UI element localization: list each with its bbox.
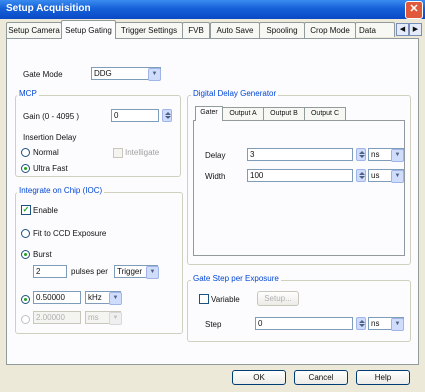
radio-normal[interactable] (21, 148, 30, 157)
close-icon[interactable]: ✕ (405, 1, 423, 19)
setup-gating-panel: Gate Mode DDG ▼ MCP Gain (0 - 4095 ) 0 I… (6, 38, 419, 365)
width-label: Width (205, 172, 226, 181)
title-bar[interactable]: Setup Acquisition ✕ (0, 0, 425, 19)
radio-ultra-fast[interactable] (21, 164, 30, 173)
gate-step-setup-button[interactable]: Setup... (257, 291, 299, 306)
intelligate-checkbox[interactable] (113, 148, 123, 158)
tab-setup-gating[interactable]: Setup Gating (61, 20, 116, 39)
period-input[interactable]: 2.00000 (33, 311, 81, 324)
ioc-group-title: Integrate on Chip (IOC) (17, 186, 105, 195)
radio-fit-to-ccd[interactable] (21, 229, 30, 238)
cancel-button[interactable]: Cancel (294, 370, 348, 385)
gain-label: Gain (0 - 4095 ) (23, 112, 80, 121)
tab-auto-save[interactable]: Auto Save (210, 22, 260, 38)
variable-label: Variable (211, 295, 240, 304)
subtab-output-c[interactable]: Output C (304, 107, 346, 120)
insertion-delay-label: Insertion Delay (23, 133, 77, 142)
step-label: Step (205, 320, 222, 329)
step-unit-dropdown-icon[interactable]: ▼ (391, 318, 404, 331)
variable-checkbox[interactable] (199, 294, 209, 304)
radio-frequency[interactable] (21, 295, 30, 304)
frequency-input[interactable]: 0.50000 (33, 291, 81, 304)
ioc-enable-checkbox[interactable]: ✓ (21, 205, 31, 215)
delay-label: Delay (205, 151, 226, 160)
width-spinner[interactable] (356, 169, 366, 182)
gate-mode-dropdown-icon[interactable]: ▼ (148, 68, 161, 81)
pulses-input[interactable]: 2 (33, 265, 67, 278)
intelligate-label: Intelligate (125, 148, 160, 157)
gain-spinner[interactable] (162, 109, 172, 122)
delay-unit-dropdown-icon[interactable]: ▼ (391, 149, 404, 162)
gate-step-group-title: Gate Step per Exposure (191, 274, 281, 283)
tab-spooling[interactable]: Spooling (259, 22, 305, 38)
width-unit-dropdown-icon[interactable]: ▼ (391, 170, 404, 183)
pulses-per-label: pulses per (71, 267, 108, 276)
radio-ultra-fast-label: Ultra Fast (33, 164, 68, 173)
step-spinner[interactable] (356, 317, 366, 330)
width-input[interactable]: 100 (247, 169, 353, 182)
gate-mode-label: Gate Mode (23, 70, 63, 79)
tab-fvb[interactable]: FVB (182, 22, 210, 38)
tab-scroll-left-icon[interactable]: ◀ (396, 23, 409, 36)
tab-setup-camera[interactable]: Setup Camera (6, 22, 62, 38)
ddg-group-title: Digital Delay Generator (191, 89, 279, 98)
period-unit-dropdown-icon[interactable]: ▼ (109, 312, 122, 325)
tab-trigger-settings[interactable]: Trigger Settings (115, 22, 183, 38)
radio-burst[interactable] (21, 250, 30, 259)
step-input[interactable]: 0 (255, 317, 353, 330)
subtab-gater[interactable]: Gater (195, 106, 223, 121)
delay-spinner[interactable] (356, 148, 366, 161)
mcp-group-title: MCP (17, 89, 39, 98)
radio-fit-to-ccd-label: Fit to CCD Exposure (33, 229, 107, 238)
radio-period[interactable] (21, 315, 30, 324)
radio-burst-label: Burst (33, 250, 52, 259)
tab-scroll-right-icon[interactable]: ▶ (409, 23, 422, 36)
pulses-per-dropdown-icon[interactable]: ▼ (146, 266, 159, 279)
ok-button[interactable]: OK (232, 370, 286, 385)
subtab-output-b[interactable]: Output B (263, 107, 305, 120)
delay-input[interactable]: 3 (247, 148, 353, 161)
gate-step-group (187, 280, 411, 342)
tab-crop-mode[interactable]: Crop Mode (304, 22, 356, 38)
radio-normal-label: Normal (33, 148, 59, 157)
frequency-unit-dropdown-icon[interactable]: ▼ (109, 292, 122, 305)
ddg-gater-panel (193, 120, 405, 256)
tab-strip: Setup Camera Setup Gating Trigger Settin… (6, 20, 422, 39)
gain-input[interactable]: 0 (111, 109, 159, 122)
help-button[interactable]: Help (356, 370, 410, 385)
tab-data[interactable]: Data (355, 22, 395, 37)
window-title: Setup Acquisition (6, 3, 91, 14)
subtab-output-a[interactable]: Output A (222, 107, 264, 120)
ioc-enable-label: Enable (33, 206, 58, 215)
